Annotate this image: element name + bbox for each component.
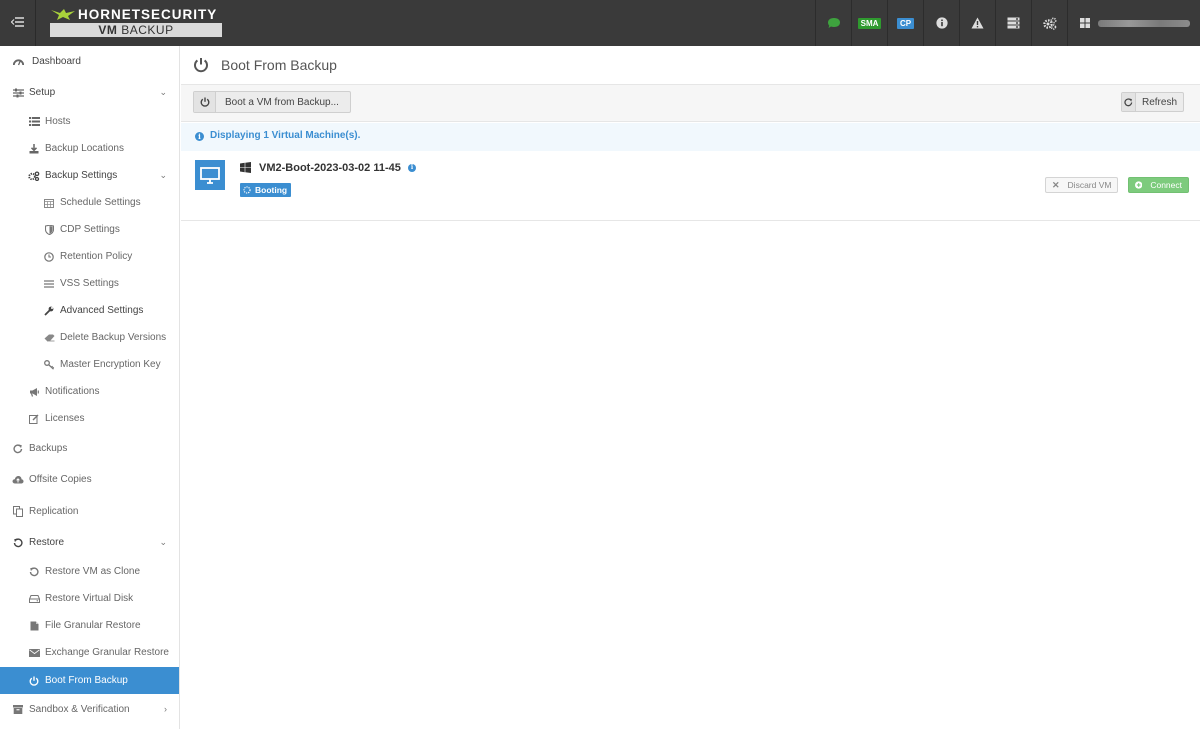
sidebar-item-backup-settings[interactable]: Backup Settings ⌄ bbox=[0, 162, 179, 189]
sidebar-item-licenses[interactable]: Licenses bbox=[0, 405, 179, 432]
page-header: Boot From Backup bbox=[181, 46, 1200, 85]
boot-vm-button[interactable]: Boot a VM from Backup... bbox=[193, 91, 351, 113]
download-icon bbox=[28, 135, 40, 162]
plus-circle-icon bbox=[1135, 181, 1143, 189]
bullhorn-icon bbox=[28, 378, 40, 405]
sidebar-item-restore-virtual-disk[interactable]: Restore Virtual Disk bbox=[0, 585, 179, 612]
info-icon[interactable] bbox=[923, 0, 959, 46]
copy-icon bbox=[12, 498, 24, 525]
sma-badge[interactable]: SMA bbox=[851, 0, 887, 46]
warning-icon[interactable] bbox=[959, 0, 995, 46]
vm-name: VM2-Boot-2023-03-02 11-45 bbox=[259, 162, 401, 174]
sidebar-item-schedule-settings[interactable]: Schedule Settings bbox=[0, 189, 179, 216]
sidebar-item-vss-settings[interactable]: VSS Settings bbox=[0, 270, 179, 297]
top-bar: HORNETSECURITY VM BACKUP SMA CP bbox=[0, 0, 1200, 46]
envelope-icon bbox=[28, 639, 40, 666]
undo-icon bbox=[12, 529, 24, 556]
sidebar-item-backups[interactable]: Backups bbox=[0, 435, 179, 462]
product-name: VM BACKUP bbox=[50, 23, 222, 37]
info-icon: i bbox=[195, 132, 204, 141]
sidebar-item-cdp-settings[interactable]: CDP Settings bbox=[0, 216, 179, 243]
spinner-icon bbox=[243, 186, 251, 194]
server-icon[interactable] bbox=[995, 0, 1031, 46]
clock-icon bbox=[43, 243, 55, 270]
windows-icon bbox=[1080, 18, 1090, 28]
list-icon bbox=[28, 108, 40, 135]
cp-badge[interactable]: CP bbox=[887, 0, 923, 46]
sidebar-item-notifications[interactable]: Notifications bbox=[0, 378, 179, 405]
sidebar: Dashboard Setup ⌄ Hosts Backup Locations… bbox=[0, 46, 180, 729]
sliders-icon bbox=[12, 79, 24, 106]
file-icon bbox=[28, 612, 40, 639]
menu-toggle-icon[interactable] bbox=[0, 0, 36, 46]
refresh-icon bbox=[1122, 93, 1136, 111]
eraser-icon bbox=[43, 324, 55, 351]
chevron-down-icon: ⌄ bbox=[159, 170, 167, 180]
hornet-icon bbox=[51, 9, 75, 20]
status-badge: Booting bbox=[240, 183, 292, 197]
chevron-down-icon: ⌄ bbox=[159, 87, 167, 97]
refresh-button[interactable]: Refresh bbox=[1121, 92, 1184, 112]
close-icon: ✕ bbox=[1052, 179, 1060, 190]
sidebar-item-delete-backup-versions[interactable]: Delete Backup Versions bbox=[0, 324, 179, 351]
sidebar-item-replication[interactable]: Replication bbox=[0, 498, 179, 525]
sidebar-item-restore-vm-as-clone[interactable]: Restore VM as Clone bbox=[0, 558, 179, 585]
sidebar-item-retention-policy[interactable]: Retention Policy bbox=[0, 243, 179, 270]
hdd-icon bbox=[28, 585, 40, 612]
cloud-upload-icon bbox=[12, 466, 24, 493]
sidebar-item-exchange-granular-restore[interactable]: Exchange Granular Restore bbox=[0, 639, 179, 666]
user-menu[interactable] bbox=[1067, 0, 1200, 46]
chat-icon[interactable] bbox=[815, 0, 851, 46]
gears-icon bbox=[28, 162, 40, 189]
toolbar: Boot a VM from Backup... Refresh bbox=[181, 85, 1200, 122]
sidebar-item-sandbox-verification[interactable]: Sandbox & Verification › bbox=[0, 696, 179, 723]
shield-icon bbox=[43, 216, 55, 243]
windows-icon bbox=[240, 162, 251, 173]
chevron-right-icon: › bbox=[164, 704, 167, 714]
sidebar-item-master-encryption-key[interactable]: Master Encryption Key bbox=[0, 351, 179, 378]
monitor-icon bbox=[195, 160, 225, 190]
discard-vm-button[interactable]: ✕ Discard VM bbox=[1045, 177, 1119, 193]
chevron-down-icon: ⌄ bbox=[159, 537, 167, 547]
sidebar-item-boot-from-backup[interactable]: Boot From Backup bbox=[0, 667, 179, 694]
brand-logo: HORNETSECURITY VM BACKUP bbox=[48, 6, 222, 40]
key-icon bbox=[43, 351, 55, 378]
refresh-icon bbox=[12, 435, 24, 462]
sidebar-item-advanced-settings[interactable]: Advanced Settings bbox=[0, 297, 179, 324]
sidebar-item-dashboard[interactable]: Dashboard bbox=[0, 48, 179, 75]
box-icon bbox=[12, 696, 24, 723]
info-message: i Displaying 1 Virtual Machine(s). bbox=[181, 123, 1200, 151]
sidebar-item-offsite-copies[interactable]: Offsite Copies bbox=[0, 466, 179, 493]
dashboard-icon bbox=[12, 48, 24, 75]
undo-icon bbox=[28, 558, 40, 585]
vm-list-item: VM2-Boot-2023-03-02 11-45 i Booting ✕ Di… bbox=[181, 151, 1200, 221]
sidebar-item-backup-locations[interactable]: Backup Locations bbox=[0, 135, 179, 162]
sidebar-item-restore[interactable]: Restore ⌄ bbox=[0, 529, 179, 556]
settings-gears-icon[interactable] bbox=[1031, 0, 1067, 46]
wrench-icon bbox=[43, 297, 55, 324]
power-icon bbox=[194, 92, 216, 112]
page-title: Boot From Backup bbox=[221, 57, 337, 73]
sidebar-item-hosts[interactable]: Hosts bbox=[0, 108, 179, 135]
power-icon bbox=[194, 58, 208, 73]
power-icon bbox=[28, 667, 40, 694]
sidebar-item-file-granular-restore[interactable]: File Granular Restore bbox=[0, 612, 179, 639]
edit-icon bbox=[28, 405, 40, 432]
connect-button[interactable]: Connect bbox=[1128, 177, 1189, 193]
calendar-icon bbox=[43, 189, 55, 216]
lines-icon bbox=[43, 270, 55, 297]
brand-name: HORNETSECURITY bbox=[78, 7, 218, 22]
vm-info-icon[interactable]: i bbox=[408, 164, 416, 172]
user-name-redacted bbox=[1098, 19, 1190, 27]
sidebar-item-setup[interactable]: Setup ⌄ bbox=[0, 79, 179, 106]
